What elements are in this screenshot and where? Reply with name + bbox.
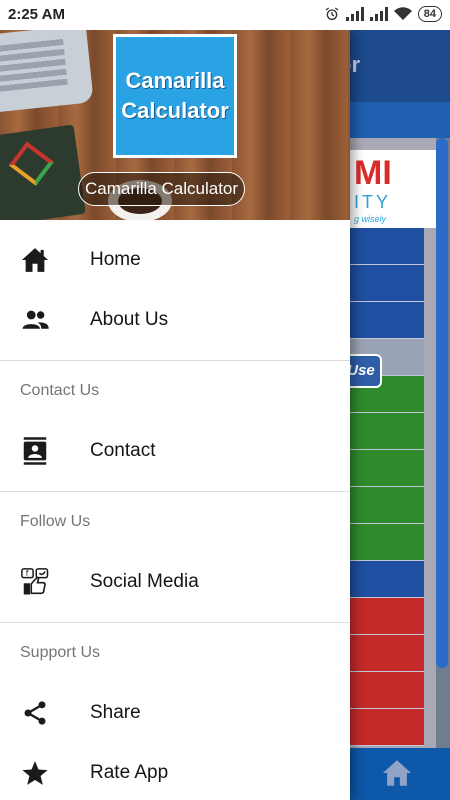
result-row bbox=[350, 302, 424, 339]
menu-item-home[interactable]: Home bbox=[0, 230, 350, 290]
drawer-header: Camarilla Calculator Camarilla Calculato… bbox=[0, 30, 350, 220]
navigation-drawer: Camarilla Calculator Camarilla Calculato… bbox=[0, 30, 350, 800]
menu-item-about-us[interactable]: About Us bbox=[0, 290, 350, 350]
app-logo-line1: Camarilla bbox=[125, 68, 225, 93]
menu-item-contact[interactable]: Contact bbox=[0, 421, 350, 481]
status-icons: 84 bbox=[324, 6, 442, 22]
section-title-support-us: Support Us bbox=[20, 644, 101, 661]
scrollbar bbox=[436, 138, 448, 668]
signal-icon bbox=[345, 7, 364, 21]
result-row bbox=[350, 228, 424, 265]
menu-item-label: Social Media bbox=[90, 571, 199, 592]
partner-logo-tagline: g wisely bbox=[354, 214, 387, 224]
result-row bbox=[350, 450, 424, 487]
star-icon bbox=[20, 758, 50, 788]
menu-item-social-media[interactable]: f Social Media bbox=[0, 552, 350, 612]
signal-icon bbox=[369, 7, 388, 21]
result-row bbox=[350, 413, 424, 450]
status-bar: 2:25 AM 84 bbox=[0, 0, 450, 30]
result-row bbox=[350, 265, 424, 302]
home-icon bbox=[20, 245, 50, 275]
app-logo-line2: Calculator bbox=[121, 98, 229, 123]
share-icon bbox=[20, 698, 50, 728]
wifi-icon bbox=[393, 7, 412, 20]
battery-icon: 84 bbox=[417, 6, 442, 22]
book-image bbox=[0, 124, 86, 220]
result-row bbox=[350, 524, 424, 561]
laptop-image bbox=[0, 30, 94, 114]
result-row bbox=[350, 487, 424, 524]
menu-item-label: Rate App bbox=[90, 762, 169, 783]
social-media-icon: f bbox=[20, 567, 50, 597]
home-icon bbox=[382, 760, 412, 786]
result-row bbox=[350, 635, 424, 672]
menu-item-label: About Us bbox=[90, 309, 169, 330]
result-rows bbox=[350, 228, 424, 748]
svg-text:f: f bbox=[26, 569, 29, 578]
result-row bbox=[350, 561, 424, 598]
menu-item-label: Home bbox=[90, 249, 141, 270]
result-row bbox=[350, 672, 424, 709]
partner-logo-subtext: ITY bbox=[354, 192, 392, 212]
app-logo: Camarilla Calculator bbox=[113, 34, 237, 158]
people-icon bbox=[20, 305, 50, 335]
section-title-follow-us: Follow Us bbox=[20, 513, 91, 530]
menu-item-rate-app[interactable]: Rate App bbox=[0, 743, 350, 800]
alarm-icon bbox=[325, 7, 339, 20]
section-title-contact-us: Contact Us bbox=[20, 382, 100, 399]
menu-item-label: Contact bbox=[90, 440, 156, 461]
status-time: 2:25 AM bbox=[8, 6, 65, 23]
contact-card-icon bbox=[20, 436, 50, 466]
menu-item-share[interactable]: Share bbox=[0, 683, 350, 743]
partner-logo-text: MI bbox=[354, 154, 392, 192]
result-row bbox=[350, 598, 424, 635]
app-name-badge: Camarilla Calculator bbox=[78, 172, 246, 206]
result-row bbox=[350, 709, 424, 746]
menu-item-label: Share bbox=[90, 702, 141, 723]
